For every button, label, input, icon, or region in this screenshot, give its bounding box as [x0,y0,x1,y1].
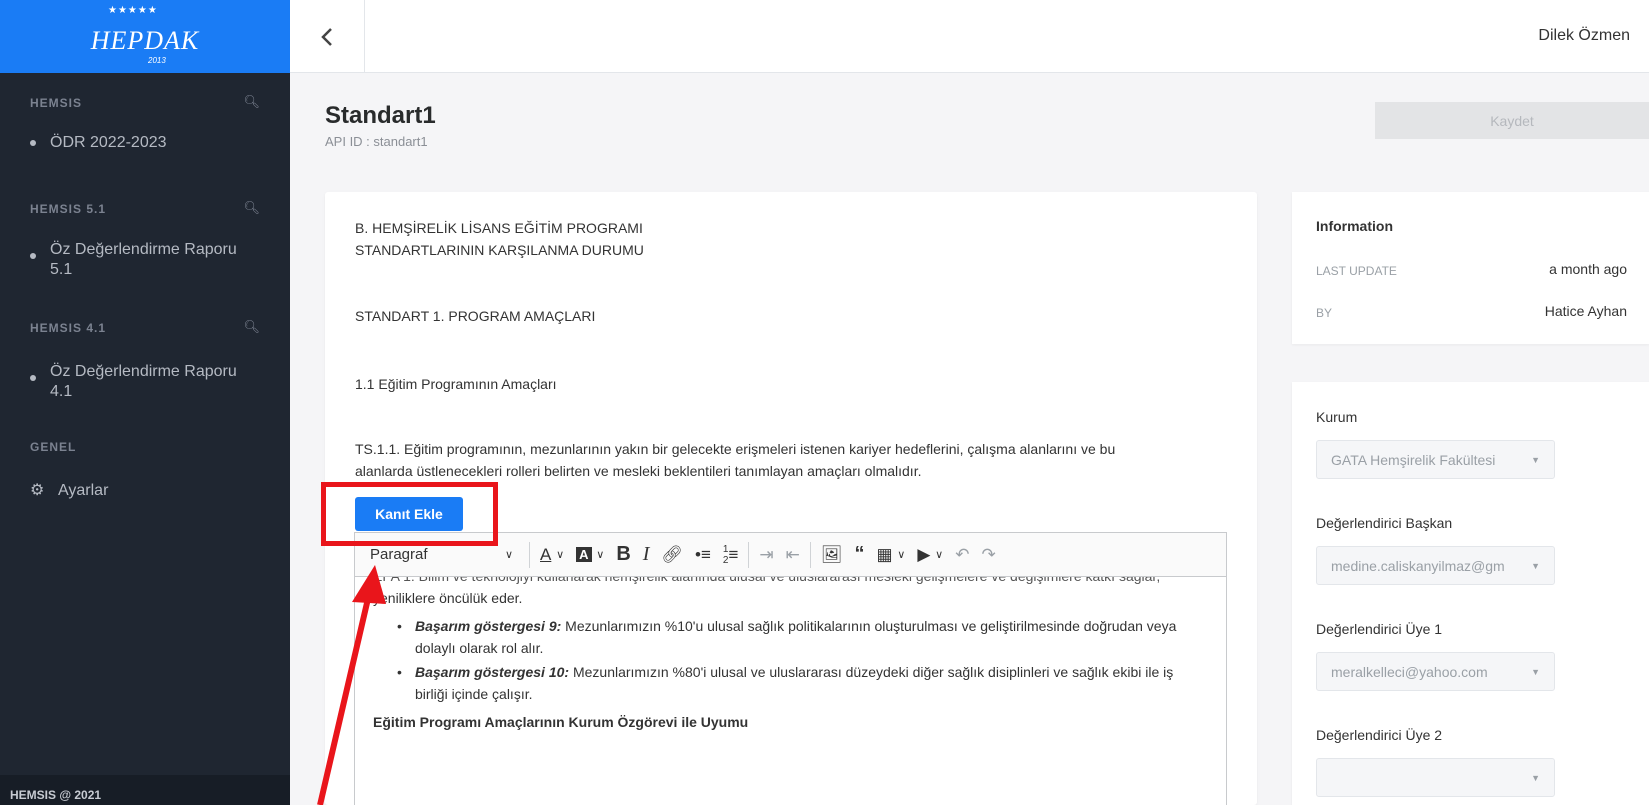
section-title-genel: GENEL [30,440,77,454]
sidebar-item-label: Ayarlar [58,482,109,499]
list-item: Başarım göstergesi 9: Mezunlarımızın %10… [397,615,1208,659]
sidebar-item-odr-5-1[interactable]: Öz Değerlendirme Raporu 5.1 [30,240,260,280]
font-background-icon[interactable]: A ∨ [570,540,610,570]
uye1-select[interactable]: meralkelleci@yahoo.com ▼ [1316,652,1555,691]
bulleted-list-icon[interactable]: •≡ [689,540,717,570]
logo[interactable]: ★★★★★ HEPDAK 2013 [0,0,290,73]
caret-down-icon: ▼ [1531,666,1540,677]
toolbar-divider [809,541,811,568]
redo-icon[interactable]: ↷ [975,540,1001,570]
media-icon[interactable]: ▶ ∨ [911,540,949,570]
editor-bullet-list: Başarım göstergesi 9: Mezunlarımızın %10… [397,615,1208,705]
sidebar: ★★★★★ HEPDAK 2013 HEMSIS 🔍︎ ÖDR 2022-202… [0,0,290,805]
subsection-heading: 1.1 Eğitim Programının Amaçları [355,376,557,392]
by-label: BY [1316,306,1333,320]
editor-cut-line: EPA 1: Bilim ve teknolojiyi kullanarak h… [373,577,1208,587]
baskan-label: Değerlendirici Başkan [1316,515,1453,531]
sidebar-item-odr-2022[interactable]: ÖDR 2022-2023 [30,133,167,153]
highlight-box [321,482,498,546]
logo-year: 2013 [148,56,166,65]
topbar: Dilek Özmen [290,0,1649,73]
image-icon[interactable]: 🖼︎ [815,540,849,570]
bold-icon[interactable]: B [610,540,636,570]
table-icon[interactable]: ▦ ∨ [871,540,912,570]
section-title-hemsis-5-1: HEMSIS 5.1 [30,202,107,216]
indent-icon[interactable]: ⇥ [753,540,779,570]
logo-stars: ★★★★★ [108,5,158,16]
save-button[interactable]: Kaydet [1375,102,1649,139]
quote-icon[interactable]: “ [849,540,871,570]
sidebar-item-odr-4-1[interactable]: Öz Değerlendirme Raporu 4.1 [30,362,260,402]
ts-text-line2: alanlarda üstlenecekleri rolleri belirte… [355,463,922,479]
caret-down-icon: ▼ [1531,560,1540,571]
bullet-icon [30,139,36,146]
api-id: API ID : standart1 [325,134,428,149]
back-button[interactable] [290,0,365,73]
rich-text-editor[interactable]: Paragraf ∨ A ∨ A ∨ B I 🔗︎ •≡ 1 2 ≡ ⇥ ⇤ 🖼︎ … [354,532,1227,805]
toolbar-divider [748,541,750,568]
uye1-label: Değerlendirici Üye 1 [1316,621,1443,637]
uye2-label: Değerlendirici Üye 2 [1316,727,1443,743]
undo-icon[interactable]: ↶ [949,540,975,570]
search-icon[interactable]: 🔍︎ [243,319,260,335]
toolbar-divider [529,541,530,568]
sidebar-item-ayarlar[interactable]: ⚙ Ayarlar [30,481,108,501]
uye2-select[interactable]: ▼ [1316,758,1555,797]
by-value: Hatice Ayhan [1544,303,1627,319]
italic-icon[interactable]: I [637,540,656,570]
editor-heading: Eğitim Programı Amaçlarının Kurum Özgöre… [373,714,749,730]
section-title-hemsis: HEMSIS [30,96,83,110]
bullet-bold: Başarım göstergesi 10: [415,664,570,680]
last-update-value: a month ago [1549,261,1627,277]
relations-panel: Kurum GATA Hemşirelik Fakültesi ▼ Değerle… [1292,382,1649,805]
caret-down-icon: ▼ [1531,454,1540,465]
outdent-icon[interactable]: ⇤ [780,540,806,570]
link-icon[interactable]: 🔗︎ [655,540,689,570]
baskan-select[interactable]: medine.caliskanyilmaz@gm ▼ [1316,546,1555,585]
annotation-arrow [317,565,386,805]
user-menu[interactable]: Dilek Özmen [1538,27,1630,45]
uye1-value: meralkelleci@yahoo.com [1331,663,1488,680]
baskan-value: medine.caliskanyilmaz@gm [1331,557,1505,574]
program-title-line2: STANDARTLARININ KARŞILANMA DURUMU [355,242,644,258]
caret-down-icon: ▼ [1531,772,1540,783]
chevron-down-icon: ∨ [504,549,513,561]
editor-content[interactable]: EPA 1: Bilim ve teknolojiyi kullanarak h… [355,577,1226,805]
ts-text-line1: TS.1.1. Eğitim programının, mezunlarının… [355,441,1116,457]
search-icon[interactable]: 🔍︎ [243,94,260,110]
page-title: Standart1 [325,102,436,129]
sidebar-footer: HEMSIS @ 2021 [0,775,290,805]
sidebar-item-label: Öz Değerlendirme Raporu 5.1 [50,241,237,278]
last-update-label: LAST UPDATE [1316,264,1397,278]
bullet-icon [30,375,36,381]
search-icon[interactable]: 🔍︎ [243,200,260,216]
program-title-line1: B. HEMŞİRELİK LİSANS EĞİTİM PROGRAMI [355,220,643,236]
kurum-label: Kurum [1316,409,1358,425]
info-title: Information [1316,218,1393,234]
editor-cut-line2: yeniliklere öncülük eder. [373,590,523,606]
sidebar-item-label: Öz Değerlendirme Raporu 4.1 [50,363,237,400]
sidebar-item-label: ÖDR 2022-2023 [50,134,167,151]
chevron-left-icon [321,27,332,46]
kurum-value: GATA Hemşirelik Fakültesi [1331,451,1496,468]
bullet-bold: Başarım göstergesi 9: [415,618,562,634]
numbered-list-icon[interactable]: 1 2 ≡ [717,540,744,570]
logo-text: HEPDAK [90,25,200,55]
font-color-icon[interactable]: A ∨ [534,540,570,570]
information-panel: Information LAST UPDATE a month ago BY H… [1292,192,1649,344]
section-title-hemsis-4-1: HEMSIS 4.1 [30,321,107,335]
bullet-icon [30,253,36,259]
kurum-select[interactable]: GATA Hemşirelik Fakültesi ▼ [1316,440,1555,479]
standard-heading: STANDART 1. PROGRAM AMAÇLARI [355,308,596,324]
list-item: Başarım göstergesi 10: Mezunlarımızın %8… [397,661,1208,705]
gear-icon: ⚙ [30,482,45,499]
